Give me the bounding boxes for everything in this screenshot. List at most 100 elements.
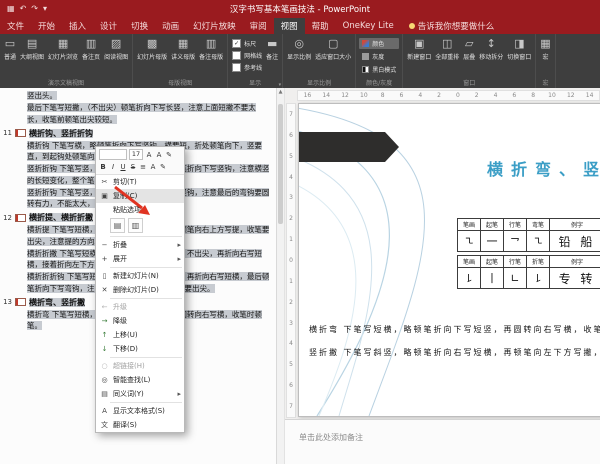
tab-animations[interactable]: 动画 bbox=[155, 18, 186, 34]
slide-title-text[interactable]: 横折弯、竖折撇 bbox=[487, 156, 600, 180]
menu-item-show-text-formatting[interactable]: A显示文本格式(S) bbox=[96, 404, 184, 418]
ribbon-button-normal-view[interactable]: ▭普通 bbox=[2, 36, 18, 62]
tab-slide-show[interactable]: 幻灯片放映 bbox=[186, 18, 243, 34]
tab-design[interactable]: 设计 bbox=[93, 18, 124, 34]
ribbon-button-new-window[interactable]: ▣新建窗口 bbox=[405, 36, 433, 62]
ribbon-button-handout-master[interactable]: ▦讲义母版 bbox=[169, 36, 197, 62]
ribbon-option-color[interactable]: 颜色 bbox=[359, 38, 399, 49]
stroke-table[interactable]: 笔画起笔行笔弯笔例字㇍一㇖㇍铅 船笔画起笔行笔折笔例字㇙丨∟㇙专 转 bbox=[457, 218, 600, 289]
ribbon-option-grayscale[interactable]: 灰度 bbox=[359, 51, 399, 62]
outline-paragraph[interactable]: 竖出头。 bbox=[0, 90, 276, 101]
ribbon-option-black-white[interactable]: 黑白模式 bbox=[359, 64, 399, 75]
scroll-up-icon[interactable]: ▲ bbox=[277, 88, 284, 96]
mini-format-painter-button[interactable]: ✎ bbox=[165, 150, 173, 160]
ruler-number: 12 bbox=[561, 92, 580, 99]
slide-body-lines[interactable]: 横折弯 下笔写短横，略顿笔折向下写短竖，再圆转向右写横，收笔时顿笔。竖折撇 下笔… bbox=[309, 324, 600, 370]
tab-help[interactable]: 帮助 bbox=[305, 18, 336, 34]
ribbon-group-macros: ▦宏宏 bbox=[536, 34, 555, 88]
tab-insert[interactable]: 插入 bbox=[62, 18, 93, 34]
move-up-icon: ↑ bbox=[99, 331, 110, 339]
ruler-number: 2 bbox=[467, 92, 486, 99]
ribbon-button-notes[interactable]: ▬备注 bbox=[264, 36, 280, 62]
outline-slide-row[interactable]: 11横折钩、竖折折钩 bbox=[0, 128, 276, 139]
menu-item-promote[interactable]: ←升级 bbox=[96, 300, 184, 314]
ribbon-button-slide-master[interactable]: ▩幻灯片母版 bbox=[135, 36, 169, 62]
ribbon-button-reading-view[interactable]: ▨阅读视图 bbox=[102, 36, 130, 62]
v-ruler[interactable]: 765432101234567 bbox=[286, 103, 296, 418]
mini-shrink-font-button[interactable]: A bbox=[155, 150, 163, 160]
ribbon-button-zoom[interactable]: ◎显示比例 bbox=[285, 36, 313, 62]
stroke-cell: ㇙ bbox=[458, 268, 481, 289]
menu-item-demote[interactable]: →降级 bbox=[96, 314, 184, 328]
button-label: 讲义母版 bbox=[171, 52, 195, 61]
save-icon[interactable]: ▦ bbox=[7, 5, 15, 13]
ribbon-button-move-split[interactable]: ↕移动拆分 bbox=[477, 36, 505, 62]
mini-highlight-color-button[interactable]: ✎ bbox=[159, 162, 167, 172]
tab-file[interactable]: 文件 bbox=[0, 18, 31, 34]
mini-bold-button[interactable]: B bbox=[99, 162, 107, 172]
menu-item-smart-lookup[interactable]: ◎智能查找(L) bbox=[96, 373, 184, 387]
font-name-select[interactable] bbox=[99, 149, 127, 160]
menu-item-new-slide[interactable]: ▯新建幻灯片(N) bbox=[96, 269, 184, 283]
slide-title: 横折提、横折折撇 bbox=[29, 212, 93, 223]
keep-text-only-icon[interactable]: ▥ bbox=[128, 218, 143, 233]
notes-placeholder[interactable]: 单击此处添加备注 bbox=[285, 420, 600, 443]
mini-toolbar-row1: 17 AA✎ bbox=[99, 149, 181, 160]
redo-icon[interactable]: ↷ bbox=[31, 5, 38, 13]
mini-font-color-button[interactable]: A bbox=[149, 162, 157, 172]
ribbon-button-arrange-all[interactable]: ◫全部重排 bbox=[433, 36, 461, 62]
menu-item-move-up[interactable]: ↑上移(U) bbox=[96, 328, 184, 342]
button-label: 大纲视图 bbox=[20, 52, 44, 61]
mini-grow-font-button[interactable]: A bbox=[145, 150, 153, 160]
slide-icon bbox=[15, 129, 26, 137]
outline-paragraph[interactable]: 最后下笔写短撇，（不出尖）顿笔折向下写长竖，注意上面短撇不要太长，收笔前顿笔出尖… bbox=[0, 102, 276, 125]
ruler-number: 4 bbox=[411, 92, 430, 99]
tab-view[interactable]: 视图 bbox=[274, 18, 305, 34]
ribbon-button-notes-page[interactable]: ▥备注页 bbox=[80, 36, 102, 62]
mini-bullets-button[interactable]: ≡ bbox=[139, 162, 147, 172]
slide-canvas[interactable]: 横折弯、竖折撇 笔画起笔行笔弯笔例字㇍一㇖㇍铅 船笔画起笔行笔折笔例字㇙丨∟㇙专… bbox=[298, 103, 600, 417]
stroke-table-block1: 笔画起笔行笔弯笔例字㇍一㇖㇍铅 船 bbox=[457, 218, 600, 252]
tab-onekey-lite[interactable]: OneKey Lite bbox=[336, 18, 401, 34]
ribbon-button-notes-master[interactable]: ▥备注母版 bbox=[197, 36, 225, 62]
font-size-box[interactable]: 17 bbox=[129, 149, 143, 160]
checkbox-ruler-icon: ✓ bbox=[232, 39, 241, 48]
outline-scrollbar[interactable]: ▲ bbox=[277, 88, 285, 464]
checkbox-gridlines[interactable]: 网格线 bbox=[232, 51, 262, 60]
customize-qat-icon[interactable]: ▾ bbox=[43, 5, 47, 13]
ribbon-button-outline-view[interactable]: ▤大纲视图 bbox=[18, 36, 46, 62]
checkbox-guides[interactable]: 参考线 bbox=[232, 63, 262, 72]
tab-home[interactable]: 开始 bbox=[31, 18, 62, 34]
mini-underline-button[interactable]: U bbox=[119, 162, 127, 172]
mini-strikethrough-button[interactable]: S bbox=[129, 162, 137, 172]
ribbon-button-macros[interactable]: ▦宏 bbox=[538, 36, 552, 62]
checkbox-ruler[interactable]: ✓标尺 bbox=[232, 39, 262, 48]
menu-item-collapse[interactable]: −折叠▸ bbox=[96, 238, 184, 252]
menu-item-move-down[interactable]: ↓下移(D) bbox=[96, 342, 184, 356]
scrollbar-thumb[interactable] bbox=[278, 104, 283, 224]
tellme-search[interactable]: 告诉我你想要做什么 bbox=[401, 18, 503, 34]
ribbon-button-cascade[interactable]: ▱层叠 bbox=[461, 36, 477, 62]
table-header-cell: 折笔 bbox=[527, 256, 550, 268]
tab-review[interactable]: 审阅 bbox=[243, 18, 274, 34]
menu-item-expand[interactable]: +展开▸ bbox=[96, 252, 184, 266]
menu-item-synonyms[interactable]: ▤同义词(Y)▸ bbox=[96, 387, 184, 401]
ribbon-button-fit-to-window[interactable]: ▢适应窗口大小 bbox=[313, 36, 353, 62]
menu-item-hyperlink[interactable]: ○超链接(H) bbox=[96, 359, 184, 373]
ribbon-group-show: ✓标尺网格线参考线▬备注显示▾ bbox=[228, 34, 283, 88]
notes-pane[interactable]: 单击此处添加备注 bbox=[285, 419, 600, 464]
ribbon-button-switch-windows[interactable]: ◨切换窗口 bbox=[505, 36, 533, 62]
table-header-cell: 行笔 bbox=[504, 219, 527, 231]
menu-item-delete-slide[interactable]: ✕删除幻灯片(D) bbox=[96, 283, 184, 297]
h-ruler[interactable]: 16141210864202468101214 bbox=[297, 90, 600, 101]
keep-source-formatting-icon[interactable]: ▤ bbox=[110, 218, 125, 233]
ruler-number: 2 bbox=[287, 208, 295, 229]
menu-item-translate[interactable]: 文翻译(S) bbox=[96, 418, 184, 432]
table-header-cell: 笔画 bbox=[458, 256, 481, 268]
ribbon-button-slide-sorter[interactable]: ▦幻灯片浏览 bbox=[46, 36, 80, 62]
tab-transitions[interactable]: 切换 bbox=[124, 18, 155, 34]
table-header-cell: 起笔 bbox=[481, 219, 504, 231]
undo-icon[interactable]: ↶ bbox=[20, 5, 27, 13]
menu-item-label: 展开 bbox=[113, 254, 174, 264]
mini-italic-button[interactable]: I bbox=[109, 162, 117, 172]
